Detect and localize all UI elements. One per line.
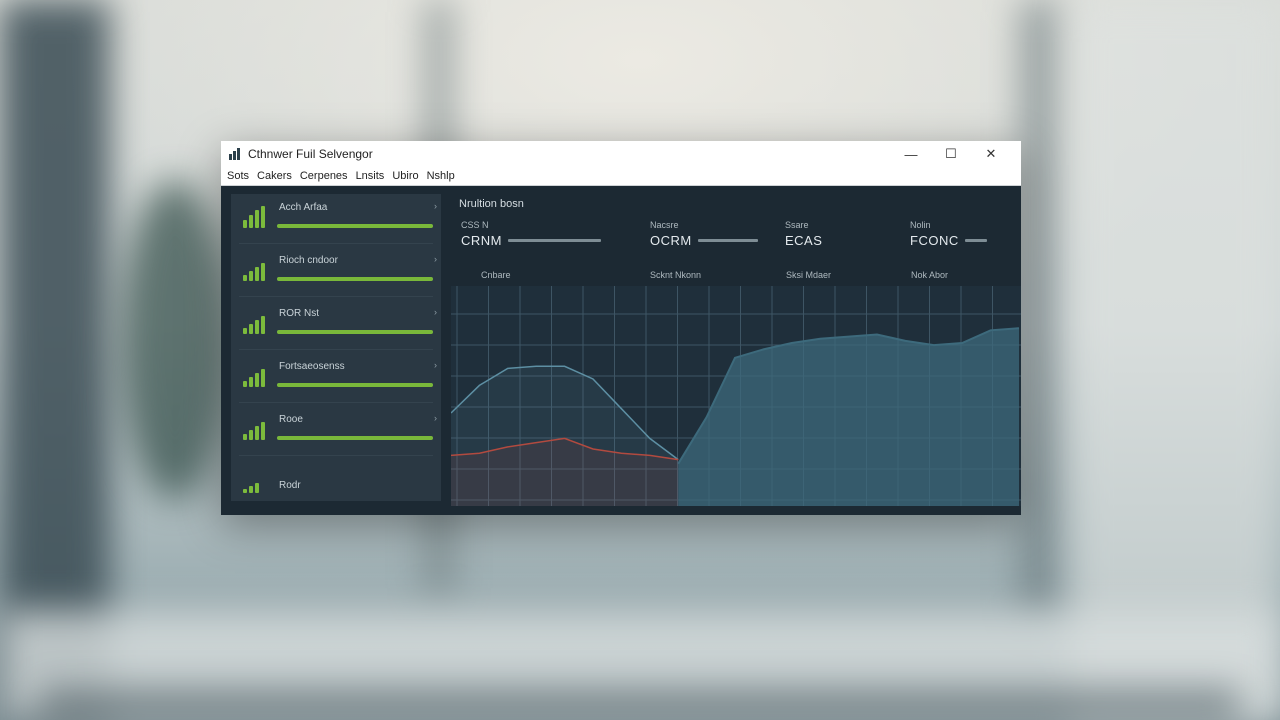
chevron-right-icon: › <box>434 307 437 317</box>
menu-item[interactable]: Ubiro <box>392 170 424 182</box>
column-header: Cnbare <box>481 270 511 280</box>
maximize-button[interactable]: ☐ <box>931 146 971 162</box>
metric-label: Nacsre <box>650 220 679 230</box>
progress-fill <box>277 224 433 228</box>
minimize-button[interactable]: — <box>891 147 931 162</box>
metric-card: Nolin FCONC <box>910 220 1050 260</box>
section-title: Nrultion bosn <box>459 198 524 210</box>
sidebar-item[interactable]: ROR Nst › <box>231 300 441 350</box>
background-window-frame-right <box>1020 0 1060 620</box>
signal-bars-icon <box>243 418 269 440</box>
sidebar-item[interactable]: Fortsaeosenss › <box>231 353 441 403</box>
chevron-right-icon: › <box>434 360 437 370</box>
sidebar-item-label: Fortsaeosenss <box>279 361 345 372</box>
sidebar-item-label: ROR Nst <box>279 308 319 319</box>
sidebar-item-label: Rooe <box>279 414 303 425</box>
metric-value: CRNM <box>461 233 502 248</box>
close-button[interactable]: ✕ <box>971 146 1011 162</box>
signal-bars-icon <box>243 365 269 387</box>
title-bar[interactable]: Cthnwer Fuil Selvengor — ☐ ✕ <box>221 141 1021 167</box>
menu-item[interactable]: Lnsits <box>356 170 391 182</box>
chevron-right-icon: › <box>434 413 437 423</box>
app-logo-icon <box>229 148 242 160</box>
metric-label: CSS N <box>461 220 489 230</box>
metric-label: Ssare <box>785 220 809 230</box>
content-area: Acch Arfaa › Rioch cndoor › ROR Nst › Fo… <box>221 186 1025 515</box>
app-window: Cthnwer Fuil Selvengor — ☐ ✕ Sots Cakers… <box>221 141 1025 515</box>
progress-bar <box>277 277 433 281</box>
menu-item[interactable]: Nshlp <box>427 170 461 182</box>
metric-label: Nolin <box>910 220 931 230</box>
progress-bar <box>277 436 433 440</box>
menu-item[interactable]: Cerpenes <box>300 170 354 182</box>
sidebar-item[interactable]: Rooe › <box>231 406 441 456</box>
divider <box>239 455 433 456</box>
signal-bars-icon <box>243 206 269 228</box>
metric-value: OCRM <box>650 233 692 248</box>
chart-area <box>450 286 1025 506</box>
sidebar: Acch Arfaa › Rioch cndoor › ROR Nst › Fo… <box>231 194 441 501</box>
window-title: Cthnwer Fuil Selvengor <box>248 147 373 161</box>
main-panel: Nrultion bosn CSS N CRNM Nacsre OCRM Ssa… <box>450 186 1025 515</box>
sidebar-item-label: Rioch cndoor <box>279 255 338 266</box>
progress-fill <box>277 330 433 334</box>
progress-bar <box>277 224 433 228</box>
menu-item[interactable]: Sots <box>227 170 255 182</box>
sidebar-item-label: Rodr <box>279 480 301 491</box>
divider <box>239 349 433 350</box>
metric-line <box>697 239 758 242</box>
metric-line <box>508 239 601 242</box>
metric-line <box>964 239 987 242</box>
chevron-right-icon: › <box>434 201 437 211</box>
metric-value: FCONC <box>910 233 959 248</box>
progress-fill <box>277 383 433 387</box>
metric-card: Ssare ECAS <box>785 220 925 260</box>
area-chart <box>450 286 1025 506</box>
background-plant <box>120 180 230 500</box>
signal-bars-icon <box>243 259 269 281</box>
signal-bars-icon <box>243 471 269 493</box>
menu-item[interactable]: Cakers <box>257 170 298 182</box>
column-header: Scknt Nkonn <box>650 270 702 280</box>
progress-bar <box>277 330 433 334</box>
metric-card: Nacsre OCRM <box>650 220 790 260</box>
divider <box>239 402 433 403</box>
progress-fill <box>277 277 433 281</box>
menu-bar: Sots Cakers Cerpenes Lnsits Ubiro Nshlp <box>221 167 1021 186</box>
sidebar-item[interactable]: Acch Arfaa › <box>231 194 441 244</box>
sidebar-item[interactable]: Rioch cndoor › <box>231 247 441 297</box>
sidebar-item-label: Acch Arfaa <box>279 202 328 213</box>
divider <box>239 243 433 244</box>
sidebar-item[interactable]: Rodr <box>231 459 441 501</box>
progress-fill <box>277 436 433 440</box>
column-header: Nok Abor <box>911 270 949 280</box>
column-header: Sksi Mdaer <box>786 270 832 280</box>
background-desk-edge <box>40 690 1240 720</box>
progress-bar <box>277 383 433 387</box>
divider <box>239 296 433 297</box>
metric-value: ECAS <box>785 233 823 248</box>
chevron-right-icon: › <box>434 254 437 264</box>
signal-bars-icon <box>243 312 269 334</box>
metric-card: CSS N CRNM <box>461 220 601 260</box>
